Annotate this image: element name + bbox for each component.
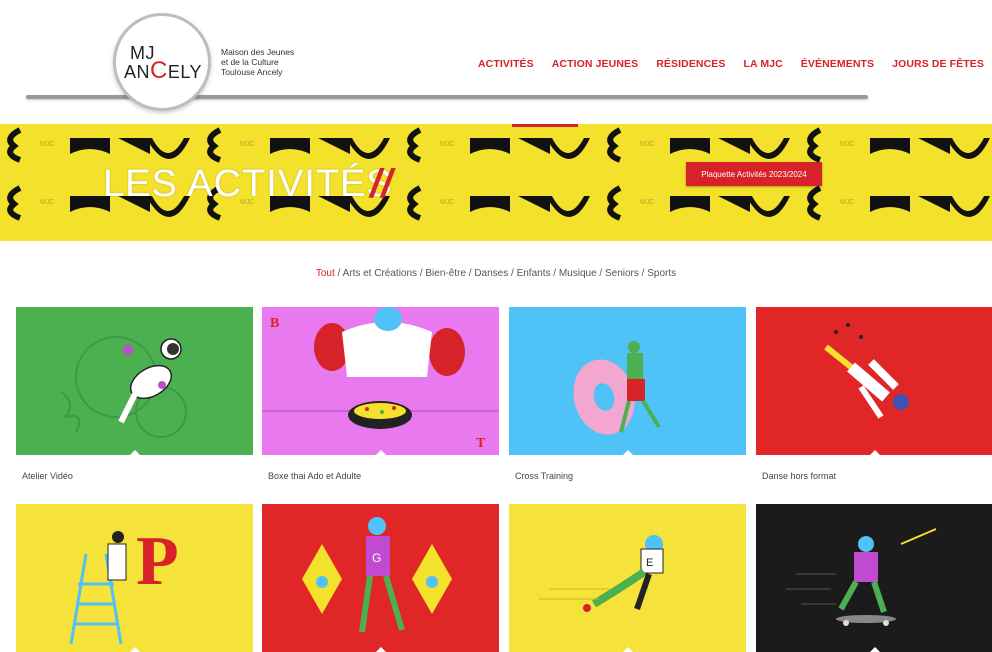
skater-illustration [786,528,937,626]
card-illustration: B T [262,307,499,455]
card-illustration [756,307,992,455]
card-title: Cross Training [515,471,574,481]
main-nav: ACTIVITÉS ACTION JEUNES RÉSIDENCES LA MJ… [460,58,984,70]
card-illustration: P [16,504,253,652]
activity-card-atelier-video[interactable]: Atelier Vidéo [16,307,253,481]
logo-line2-pre: AN [124,62,151,82]
logo-mark: MJ ANCELY [124,44,204,83]
card-notch [623,450,633,455]
svg-text:G: G [372,551,381,565]
activity-card-boxe-thai[interactable]: B T Boxe thai Ado et Adulte [262,307,499,481]
card-illustration [756,504,992,652]
banner-accent-bar [512,124,578,127]
boxer-illustration: B T [262,307,499,451]
card-notch [623,647,633,652]
nav-item-jours-de-fetes[interactable]: JOURS DE FÊTES [892,58,984,70]
svg-text:E: E [646,557,653,569]
filter-enfants[interactable]: Enfants [517,268,551,279]
activity-card[interactable]: E [509,504,746,652]
astronaut-illustration [60,336,187,438]
card-notch [130,647,140,652]
cross-training-illustration [573,341,661,435]
page-title: LES ACTIVITÉS [103,163,393,205]
logo-line2: ANCELY [124,59,204,83]
category-filters: Tout / Arts et Créations / Bien-être / D… [0,268,992,279]
filter-tout[interactable]: Tout [316,268,335,279]
card-notch [376,450,386,455]
card-illustration [509,307,746,455]
card-title: Atelier Vidéo [22,471,73,481]
filter-arts-et-creations[interactable]: Arts et Créations [343,268,417,279]
activity-card[interactable]: P [16,504,253,652]
filter-seniors[interactable]: Seniors [605,268,639,279]
activity-card-cross-training[interactable]: Cross Training [509,307,746,481]
filter-musique[interactable]: Musique [559,268,597,279]
card-notch [376,647,386,652]
svg-text:P: P [136,523,179,600]
activity-card[interactable] [756,504,992,652]
logo-line2-post: ELY [167,62,203,82]
tagline-line: Toulouse Ancely [221,67,283,77]
svg-text:T: T [476,436,486,451]
card-illustration: G [262,504,499,652]
activity-card[interactable]: G [262,504,499,652]
filter-bien-etre[interactable]: Bien-être [425,268,466,279]
svg-text:B: B [270,316,279,331]
card-illustration [16,307,253,455]
activity-card-danse-hors-format[interactable]: Danse hors format [756,307,992,481]
filter-danses[interactable]: Danses [474,268,508,279]
card-illustration: E [509,504,746,652]
title-slash-accent: // [370,162,393,206]
card-notch [130,450,140,455]
nav-item-la-mjc[interactable]: LA MJC [744,58,783,70]
logo-tagline: Maison des Jeunes et de la Culture Toulo… [221,47,331,77]
painter-illustration: P [69,523,179,645]
site-header: MJ ANCELY Maison des Jeunes et de la Cul… [0,0,992,118]
card-notch [870,450,880,455]
site-logo[interactable]: MJ ANCELY [113,13,211,111]
tagline-line: Maison des Jeunes [221,47,295,57]
card-notch [870,647,880,652]
nav-item-action-jeunes[interactable]: ACTION JEUNES [552,58,638,70]
nav-item-evenements[interactable]: ÉVÉNEMENTS [801,58,874,70]
filter-sports[interactable]: Sports [647,268,676,279]
card-title: Danse hors format [762,471,837,481]
brochure-button[interactable]: Plaquette Activités 2023/2024 [686,162,822,186]
dancer-illustration [824,323,909,419]
nav-item-activites[interactable]: ACTIVITÉS [478,58,534,70]
runner-illustration: E [539,535,664,612]
guitar-dancer-illustration: G [302,517,452,633]
tagline-line: et de la Culture [221,57,279,67]
logo-line2-accent: C [150,57,168,84]
nav-item-residences[interactable]: RÉSIDENCES [656,58,725,70]
card-title: Boxe thai Ado et Adulte [268,471,362,481]
